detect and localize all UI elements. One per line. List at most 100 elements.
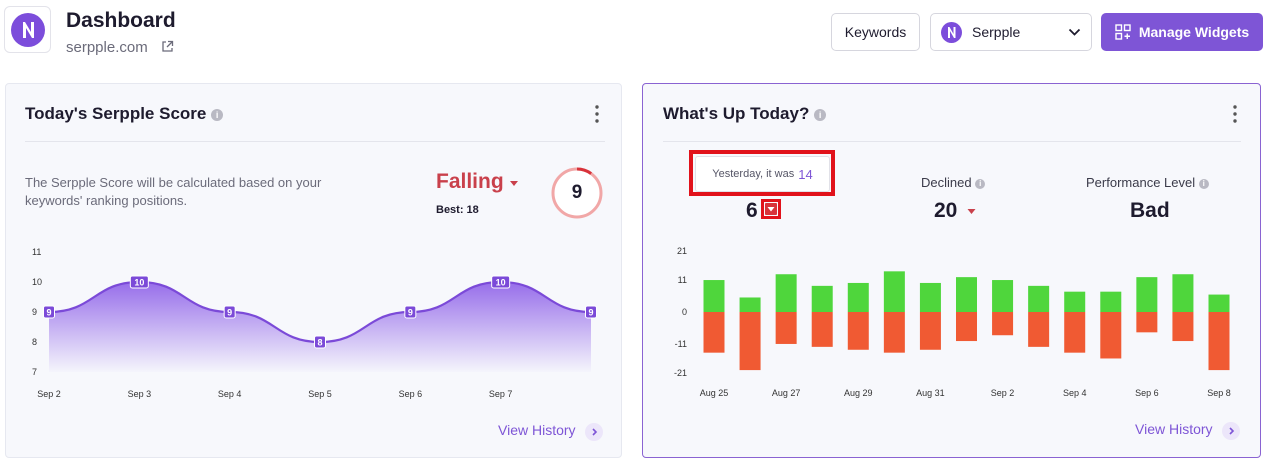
y-tick-label: 9 <box>32 307 37 317</box>
y-tick-label: 7 <box>32 367 37 377</box>
bar-negative <box>703 312 725 353</box>
bar-positive <box>775 274 797 312</box>
card-title: What's Up Today? i <box>663 104 827 124</box>
data-label: 9 <box>46 308 51 318</box>
bar-positive <box>1208 294 1230 312</box>
bar-negative <box>1064 312 1086 353</box>
divider <box>25 141 605 142</box>
x-tick-label: Sep 6 <box>399 389 423 399</box>
area-fill <box>49 282 591 372</box>
external-link-icon[interactable] <box>161 40 174 53</box>
data-label: 9 <box>588 308 593 318</box>
chevron-right-icon[interactable] <box>1222 422 1240 440</box>
brand-logo <box>4 6 51 53</box>
bar-negative <box>1208 312 1230 371</box>
x-tick-label: Sep 7 <box>489 389 513 399</box>
x-tick-label: Sep 5 <box>308 389 332 399</box>
page-title: Dashboard <box>66 9 176 32</box>
bar-positive <box>1100 291 1122 312</box>
more-options-icon[interactable] <box>1232 104 1238 124</box>
widgets-icon <box>1115 24 1131 40</box>
manage-widgets-button[interactable]: Manage Widgets <box>1101 13 1263 51</box>
x-tick-label: Sep 4 <box>218 389 242 399</box>
improved-value: 6 <box>746 199 758 222</box>
performance-level-value: Bad <box>1130 199 1170 222</box>
whats-up-today-card: What's Up Today? i Yesterday, it was 14 … <box>642 83 1261 458</box>
manage-widgets-label: Manage Widgets <box>1138 24 1250 40</box>
performance-level-label: Performance Level i <box>1086 175 1209 190</box>
x-tick-label: Sep 2 <box>991 388 1015 398</box>
bar-negative <box>1028 312 1050 347</box>
info-icon[interactable]: i <box>211 108 224 121</box>
x-tick-label: Aug 25 <box>700 388 729 398</box>
bar-positive <box>703 280 725 312</box>
bar-positive <box>739 297 761 312</box>
bar-positive <box>883 271 905 312</box>
project-select[interactable]: Serpple <box>930 13 1092 51</box>
y-tick-label: 8 <box>32 337 37 347</box>
data-label: 8 <box>317 338 322 348</box>
bar-positive <box>992 280 1014 312</box>
data-label: 9 <box>408 308 413 318</box>
divider <box>663 141 1241 142</box>
caret-down-icon <box>510 181 518 186</box>
score-description: The Serpple Score will be calculated bas… <box>25 175 322 208</box>
y-tick-label: 11 <box>32 247 41 257</box>
bar-positive <box>956 277 977 312</box>
bar-negative <box>1172 312 1194 342</box>
bar-negative <box>1100 312 1122 359</box>
view-history-link[interactable]: View History <box>498 422 576 438</box>
y-tick-label: -21 <box>674 368 687 378</box>
bar-positive <box>1136 277 1158 312</box>
more-options-icon[interactable] <box>594 104 600 124</box>
y-tick-label: 0 <box>682 307 687 317</box>
bar-negative <box>1136 312 1158 333</box>
declined-label: Declined i <box>921 175 986 190</box>
info-icon[interactable]: i <box>814 108 827 121</box>
y-tick-label: 10 <box>32 277 42 287</box>
x-tick-label: Sep 6 <box>1135 388 1159 398</box>
bar-positive <box>1064 291 1086 312</box>
bar-negative <box>775 312 797 344</box>
bar-positive <box>1028 285 1050 312</box>
bar-positive <box>811 285 833 312</box>
y-tick-label: 21 <box>677 246 687 256</box>
bar-negative <box>811 312 833 347</box>
data-label: 10 <box>496 278 506 288</box>
trend-label: Falling <box>436 170 504 193</box>
score-gauge: 9 <box>550 166 604 220</box>
bar-negative <box>847 312 869 350</box>
bar-negative <box>883 312 905 353</box>
bar-negative <box>919 312 941 350</box>
highlight-box <box>761 199 781 219</box>
bar-positive <box>847 282 869 312</box>
view-history-link[interactable]: View History <box>1135 421 1213 437</box>
info-icon[interactable]: i <box>975 178 986 189</box>
chevron-down-icon <box>1068 28 1081 36</box>
bar-negative <box>992 312 1014 336</box>
caret-down-icon <box>765 203 777 215</box>
y-tick-label: 11 <box>678 275 687 285</box>
serpple-logo-icon <box>11 13 45 47</box>
serpple-score-card: Today's Serpple Score i The Serpple Scor… <box>5 83 622 458</box>
declined-value: 20 <box>934 199 958 222</box>
x-tick-label: Aug 31 <box>916 388 945 398</box>
data-label: 10 <box>134 278 144 288</box>
bar-negative <box>739 312 761 371</box>
score-area-chart: 11 10 9 8 7 9 10 9 8 9 10 9 Sep 2 Sep 3 Sep 4 Sep 5 Sep … <box>32 247 597 399</box>
bar-positive <box>919 282 941 312</box>
info-icon[interactable]: i <box>1198 178 1209 189</box>
x-tick-label: Aug 27 <box>772 388 801 398</box>
keywords-button[interactable]: Keywords <box>831 13 920 51</box>
best-score: Best: 18 <box>436 204 479 216</box>
highlight-box <box>689 150 835 196</box>
project-domain[interactable]: serpple.com <box>66 39 148 56</box>
caret-down-icon <box>967 209 976 214</box>
data-label: 9 <box>227 308 232 318</box>
x-tick-label: Sep 4 <box>1063 388 1087 398</box>
project-select-label: Serpple <box>972 24 1021 40</box>
serpple-logo-icon <box>941 21 962 43</box>
chevron-right-icon[interactable] <box>585 423 603 441</box>
y-tick-label: -11 <box>675 339 687 349</box>
bar-positive <box>1172 274 1194 312</box>
